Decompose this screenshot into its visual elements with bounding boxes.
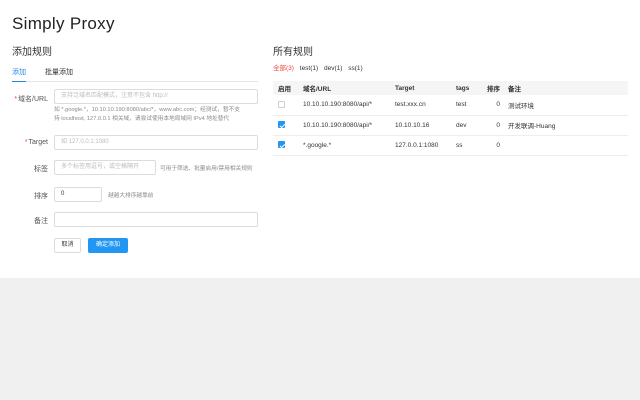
filter-all[interactable]: 全部(3)	[273, 65, 294, 72]
add-tabs: 添加 批量添加	[12, 67, 258, 82]
enable-checkbox[interactable]	[278, 101, 285, 109]
tags-hint: 可用于筛选、批量启用/禁用相关规则	[160, 166, 253, 172]
rule-tags: dev	[456, 121, 467, 129]
app-title: Simply Proxy	[12, 14, 115, 33]
sort-label: 排序	[34, 193, 48, 200]
rule-url: 10.10.10.190:8080/api/*	[303, 121, 373, 129]
tab-batch-add[interactable]: 批量添加	[45, 67, 73, 81]
rule-tags: ss	[456, 141, 463, 149]
tab-add[interactable]: 添加	[12, 67, 26, 82]
tags-input[interactable]: 多个标签用逗号，或空格隔开	[54, 160, 156, 175]
rule-sort: 0	[496, 121, 500, 129]
target-label: *Target	[24, 139, 48, 146]
tags-label: 标签	[34, 166, 48, 173]
rule-note: 测试环境	[508, 102, 534, 110]
table-row: 10.10.10.190:8080/api/* 10.10.10.16 dev …	[273, 115, 628, 135]
enable-checkbox[interactable]	[278, 121, 285, 129]
col-header-enabled: 启用	[278, 86, 291, 93]
target-input[interactable]: 如 127.0.0.1:1080	[54, 135, 258, 150]
table-header-row: 启用 域名/URL Target tags 排序 备注	[273, 81, 628, 95]
rule-url: 10.10.10.190:8080/api/*	[303, 101, 373, 109]
rule-target: 127.0.0.1:1080	[395, 141, 439, 149]
note-input[interactable]	[54, 212, 258, 227]
tag-filters: 全部(3) test(1) dev(1) ss(1)	[273, 62, 367, 72]
url-input[interactable]: 支持泛域名匹配模式，注意不包含 http://	[54, 89, 258, 104]
rule-sort: 0	[496, 101, 500, 109]
rule-target: test.xxx.cn	[395, 101, 426, 109]
url-hint-line2: 持 localhost, 127.0.0.1 相关域，请尝试使用本地局域网 IP…	[54, 116, 230, 122]
url-label: *域名/URL	[14, 96, 48, 103]
all-rules-title: 所有规则	[273, 47, 313, 58]
rule-target: 10.10.10.16	[395, 121, 430, 129]
rule-note: 开发联调-Huang	[508, 123, 556, 130]
col-header-url: 域名/URL	[303, 86, 332, 93]
col-header-target: Target	[395, 84, 415, 92]
add-rule-title: 添加规则	[12, 47, 52, 58]
rule-tags: test	[456, 101, 467, 109]
table-row: 10.10.10.190:8080/api/* test.xxx.cn test…	[273, 95, 628, 115]
filter-dev[interactable]: dev(1)	[324, 65, 342, 72]
page: Simply Proxy 添加规则 添加 批量添加 *域名/URL 支持泛域名匹…	[0, 0, 640, 278]
rule-url: *.google.*	[303, 141, 332, 149]
rules-table: 启用 域名/URL Target tags 排序 备注 10.10.10.190…	[273, 81, 628, 156]
url-hint-line1: 如 *.google.*，10.10.10.190:8080/abc/*，www…	[54, 107, 240, 113]
sort-input[interactable]: 0	[54, 187, 102, 202]
confirm-add-button[interactable]: 确定添加	[88, 238, 128, 253]
filter-test[interactable]: test(1)	[300, 65, 318, 72]
cancel-button[interactable]: 取消	[54, 238, 81, 253]
rule-sort: 0	[496, 141, 500, 149]
note-label: 备注	[34, 218, 48, 225]
footer-area	[0, 278, 640, 400]
table-row: *.google.* 127.0.0.1:1080 ss 0	[273, 135, 628, 155]
col-header-tags: tags	[456, 84, 470, 92]
col-header-sort: 排序	[487, 86, 500, 93]
col-header-note: 备注	[508, 86, 521, 93]
sort-hint: 越越大排序越靠前	[108, 193, 154, 199]
enable-checkbox[interactable]	[278, 141, 285, 149]
filter-ss[interactable]: ss(1)	[348, 65, 362, 72]
rule-note	[506, 135, 628, 155]
